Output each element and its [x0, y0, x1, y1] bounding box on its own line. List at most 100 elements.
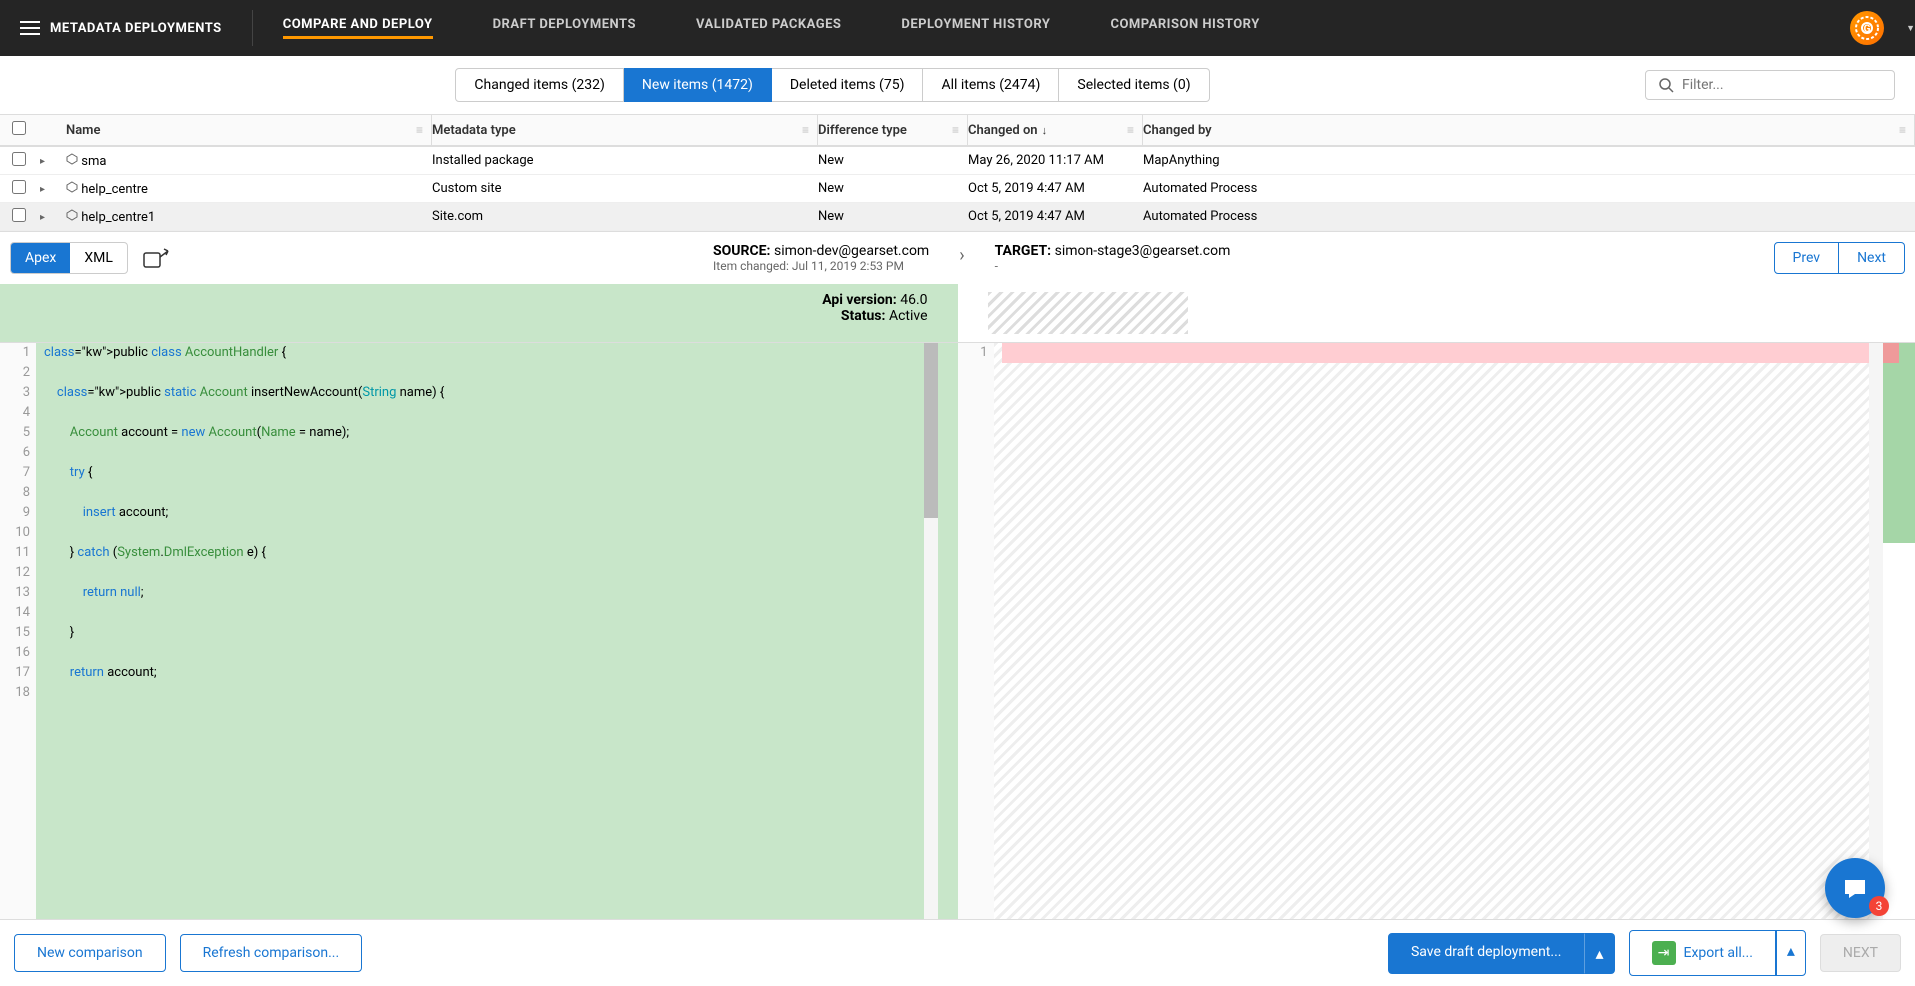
empty-placeholder — [988, 292, 1188, 334]
code-content — [994, 343, 1870, 919]
row-checkbox[interactable] — [12, 180, 26, 194]
filter-bar: Changed items (232) New items (1472) Del… — [0, 56, 1915, 115]
view-toggle: Apex XML — [10, 242, 128, 274]
export-icon: ⇥ — [1652, 941, 1676, 965]
export-dropdown[interactable]: ▴ — [1776, 930, 1806, 976]
chat-button[interactable]: 3 — [1825, 858, 1885, 918]
pill-changed[interactable]: Changed items (232) — [455, 68, 623, 102]
refresh-comparison-button[interactable]: Refresh comparison... — [180, 934, 363, 972]
tab-compare-deploy[interactable]: COMPARE AND DEPLOY — [283, 17, 433, 39]
arrow-right-icon: › — [959, 245, 964, 266]
chat-icon — [1841, 874, 1869, 902]
target-label: TARGET: — [995, 243, 1052, 259]
col-changed-by[interactable]: Changed by — [1143, 123, 1212, 138]
expand-icon[interactable]: ▸ — [40, 156, 45, 167]
code-pane-target[interactable]: 1 — [958, 343, 1915, 919]
tab-draft-deployments[interactable]: DRAFT DEPLOYMENTS — [493, 17, 636, 39]
nav-tabs: COMPARE AND DEPLOY DRAFT DEPLOYMENTS VAL… — [283, 17, 1850, 39]
export-button[interactable]: ⇥Export all... — [1629, 930, 1776, 976]
target-sub: - — [995, 259, 1231, 273]
source-block: SOURCE: simon-dev@gearset.com Item chang… — [713, 243, 929, 273]
filter-icon[interactable]: ≡ — [952, 123, 959, 137]
next-step-button[interactable]: NEXT — [1820, 934, 1901, 972]
search-box[interactable] — [1645, 70, 1895, 100]
view-xml[interactable]: XML — [70, 243, 127, 273]
divider — [252, 10, 253, 46]
table-row[interactable]: ▸ sma Installed package New May 26, 2020… — [0, 147, 1915, 175]
minimap[interactable] — [1883, 343, 1915, 919]
chevron-down-icon[interactable]: ▼ — [1906, 23, 1915, 34]
tab-comparison-history[interactable]: COMPARISON HISTORY — [1110, 17, 1259, 39]
col-name[interactable]: Name — [66, 123, 100, 138]
prev-button[interactable]: Prev — [1774, 242, 1840, 274]
gear-icon: G — [1853, 14, 1881, 42]
chat-badge: 3 — [1869, 896, 1889, 916]
table-row[interactable]: ▸ help_centre1 Site.com New Oct 5, 2019 … — [0, 203, 1915, 231]
code-content: class="kw">public class AccountHandler {… — [36, 343, 924, 919]
status-label: Status: — [841, 308, 886, 324]
row-name: help_centre1 — [81, 210, 155, 225]
row-checkbox[interactable] — [12, 152, 26, 166]
row-changed-by: MapAnything — [1143, 153, 1915, 168]
row-name: help_centre — [81, 182, 148, 197]
row-diff: New — [818, 153, 968, 168]
footer: New comparison Refresh comparison... Sav… — [0, 919, 1915, 986]
minimap[interactable] — [938, 343, 958, 919]
avatar[interactable]: G — [1850, 11, 1884, 45]
table-body: ▸ sma Installed package New May 26, 2020… — [0, 147, 1915, 231]
filter-icon[interactable]: ≡ — [416, 123, 423, 137]
view-apex[interactable]: Apex — [11, 243, 70, 273]
pill-deleted[interactable]: Deleted items (75) — [772, 68, 924, 102]
table-row[interactable]: ▸ help_centre Custom site New Oct 5, 201… — [0, 175, 1915, 203]
scrollbar[interactable] — [924, 343, 938, 919]
col-metadata-type[interactable]: Metadata type — [432, 123, 516, 138]
tab-deployment-history[interactable]: DEPLOYMENT HISTORY — [901, 17, 1050, 39]
row-checkbox[interactable] — [12, 208, 26, 222]
save-draft-button[interactable]: Save draft deployment... — [1388, 933, 1585, 974]
row-changed-by: Automated Process — [1143, 181, 1915, 196]
pill-new[interactable]: New items (1472) — [624, 68, 772, 102]
filter-icon[interactable]: ≡ — [802, 123, 809, 137]
share-icon[interactable] — [142, 247, 170, 269]
col-difference-type[interactable]: Difference type — [818, 123, 907, 138]
header-bar: METADATA DEPLOYMENTS COMPARE AND DEPLOY … — [0, 0, 1915, 56]
cube-icon — [66, 181, 78, 193]
expand-icon[interactable]: ▸ — [40, 212, 45, 223]
save-draft-dropdown[interactable]: ▴ — [1584, 933, 1614, 974]
cube-icon — [66, 153, 78, 165]
pill-all[interactable]: All items (2474) — [923, 68, 1059, 102]
row-changed-by: Automated Process — [1143, 209, 1915, 224]
row-name: sma — [81, 154, 106, 169]
row-meta: Site.com — [432, 209, 818, 224]
new-comparison-button[interactable]: New comparison — [14, 934, 166, 972]
menu-button[interactable] — [10, 8, 50, 48]
col-changed-on[interactable]: Changed on — [968, 123, 1038, 138]
source-label: SOURCE: — [713, 243, 770, 259]
select-all-checkbox[interactable] — [12, 121, 26, 135]
code-pane-source[interactable]: 123456789101112131415161718 class="kw">p… — [0, 343, 958, 919]
row-diff: New — [818, 209, 968, 224]
filter-pills: Changed items (232) New items (1472) Del… — [455, 68, 1209, 102]
row-meta: Custom site — [432, 181, 818, 196]
api-version-label: Api version: — [822, 292, 897, 308]
scrollbar[interactable] — [1869, 343, 1883, 919]
table-header: Name ≡ Metadata type ≡ Difference type ≡ Ch… — [0, 115, 1915, 147]
pill-selected[interactable]: Selected items (0) — [1059, 68, 1209, 102]
expand-icon[interactable]: ▸ — [40, 184, 45, 195]
source-sub: Item changed: Jul 11, 2019 2:53 PM — [713, 259, 929, 273]
line-gutter: 1 — [958, 343, 994, 919]
filter-icon[interactable]: ≡ — [1899, 123, 1906, 137]
cube-icon — [66, 209, 78, 221]
target-block: TARGET: simon-stage3@gearset.com - — [995, 243, 1231, 273]
search-input[interactable] — [1682, 77, 1882, 93]
svg-text:G: G — [1864, 24, 1871, 35]
row-diff: New — [818, 181, 968, 196]
diff-header: Apex XML SOURCE: simon-dev@gearset.com I… — [0, 231, 1915, 284]
hamburger-icon — [20, 27, 40, 29]
sort-desc-icon: ↓ — [1042, 124, 1048, 137]
search-icon — [1658, 77, 1674, 93]
next-button[interactable]: Next — [1839, 242, 1905, 274]
meta-bar: Api version: 46.0 Status: Active — [0, 284, 1915, 343]
tab-validated-packages[interactable]: VALIDATED PACKAGES — [696, 17, 841, 39]
filter-icon[interactable]: ≡ — [1127, 123, 1134, 137]
